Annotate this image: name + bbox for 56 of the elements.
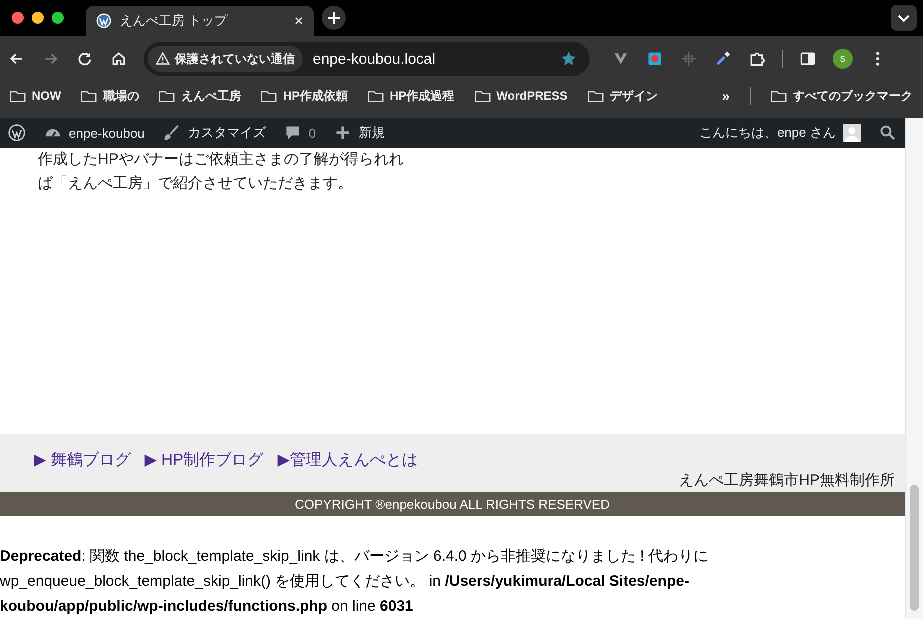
- close-icon[interactable]: [294, 16, 304, 26]
- user-avatar-icon: [843, 124, 861, 142]
- folder-icon: [368, 90, 384, 102]
- body-text: ば「えんぺ工房」で紹介させていただきます。: [38, 174, 354, 194]
- new-content-link[interactable]: 新規: [334, 124, 386, 142]
- copyright-bar: COPYRIGHT ®enpekoubou ALL RIGHTS RESERVED: [0, 492, 905, 516]
- bookmark-folder[interactable]: デザイン: [588, 88, 658, 104]
- bookmark-folder[interactable]: HP作成過程: [368, 88, 455, 104]
- bookmark-folder[interactable]: えんぺ工房: [159, 88, 242, 104]
- paintbrush-icon: [162, 124, 181, 142]
- address-bar[interactable]: 保護されていない通信 enpe-koubou.local: [144, 42, 590, 76]
- record-extension-icon[interactable]: [646, 50, 664, 68]
- scrollbar-thumb[interactable]: [910, 485, 919, 611]
- bookmark-folder[interactable]: 職場の: [81, 88, 140, 104]
- user-greeting-link[interactable]: こんにちは、enpe さん: [699, 124, 861, 142]
- customize-link[interactable]: カスタマイズ: [162, 124, 266, 142]
- bookmark-star-icon[interactable]: [560, 50, 578, 68]
- speech-bubble-icon: [284, 124, 302, 142]
- wordpress-logo-icon: [96, 13, 112, 29]
- body-text: 作成したHPやバナーはご依頼主さまの了解が得られれ: [38, 150, 405, 170]
- folder-icon: [159, 90, 176, 102]
- folder-icon: [588, 90, 604, 102]
- wordpress-logo-icon[interactable]: [8, 124, 26, 142]
- home-icon[interactable]: [110, 50, 128, 68]
- new-tab-icon[interactable]: [322, 6, 346, 30]
- search-icon[interactable]: [879, 124, 897, 142]
- side-panel-icon[interactable]: [799, 50, 817, 68]
- comments-link[interactable]: 0: [284, 124, 316, 142]
- footer-link[interactable]: ▶管理人えんぺとは: [278, 450, 418, 471]
- chevron-down-icon[interactable]: [891, 5, 917, 31]
- folder-icon: [10, 90, 26, 102]
- reload-icon[interactable]: [76, 50, 94, 68]
- bookmark-folder[interactable]: NOW: [10, 89, 62, 103]
- eyedropper-icon[interactable]: [714, 50, 732, 68]
- warning-icon: [156, 52, 170, 66]
- puzzle-piece-icon[interactable]: [748, 50, 766, 68]
- plus-icon: [334, 124, 352, 142]
- security-label: 保護されていない通信: [175, 50, 295, 68]
- bookmarks-overflow-button[interactable]: »: [722, 88, 730, 104]
- bookmark-folder[interactable]: HP作成依頼: [261, 88, 348, 104]
- all-bookmarks-folder[interactable]: すべてのブックマーク: [771, 88, 913, 104]
- browser-tab[interactable]: えんぺ工房 トップ: [86, 6, 314, 36]
- bookmark-folder[interactable]: WordPRESS: [474, 89, 568, 103]
- url-text: enpe-koubou.local: [313, 50, 437, 68]
- footer-link[interactable]: ▶ HP制作ブログ: [144, 450, 264, 471]
- security-warning-chip[interactable]: 保護されていない通信: [148, 46, 303, 72]
- deprecation-notice: Deprecated: 関数 the_block_template_skip_link は、バージョン 6.4.0 から非推奨になりました ! 代わりに wp_enqueue_block_template_skip_link() を使用してください。 in /Users/yukimura/Local Sites/enpe-koubou/app/public/wp-includes/functions.php on line 6031: [0, 547, 710, 617]
- site-name-text: えんぺ工房舞鶴市HP無料制作所: [679, 471, 895, 490]
- folder-icon: [474, 90, 491, 102]
- scrollbar[interactable]: [905, 118, 923, 619]
- window-controls-icon[interactable]: [12, 12, 64, 24]
- folder-icon: [261, 90, 278, 102]
- footer-link[interactable]: ▶ 舞鶴ブログ: [34, 450, 131, 471]
- folder-icon: [771, 90, 787, 102]
- site-name-link[interactable]: enpe-koubou: [44, 124, 145, 142]
- folder-icon: [81, 90, 98, 102]
